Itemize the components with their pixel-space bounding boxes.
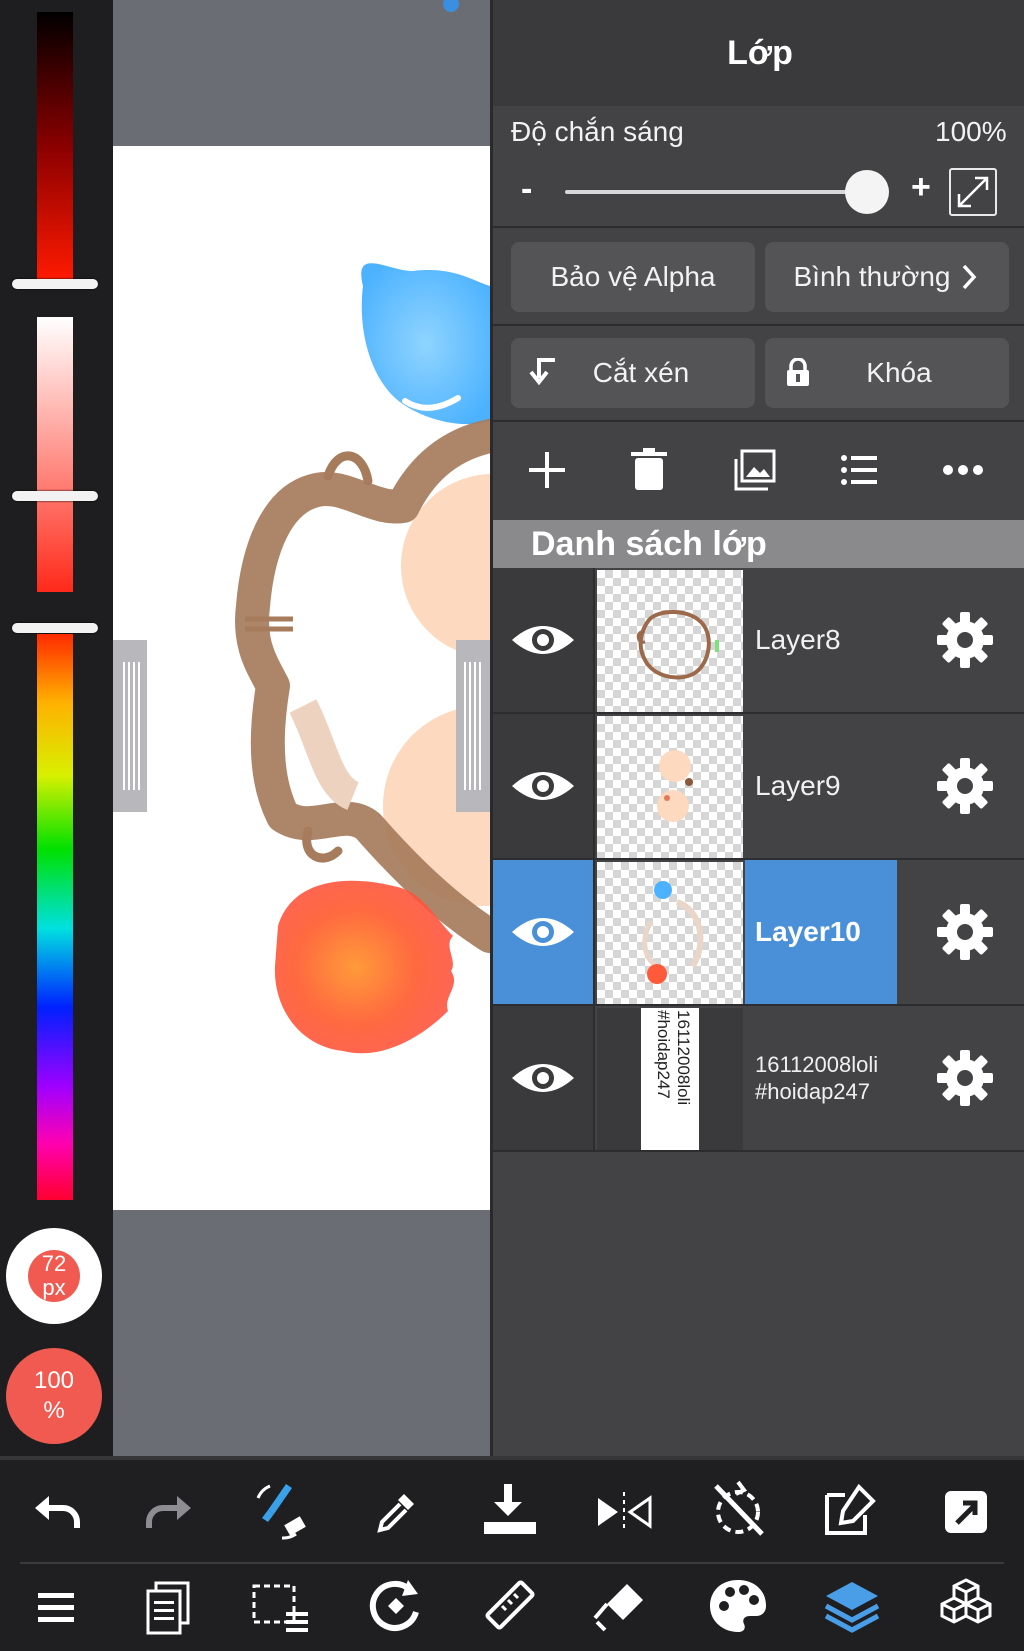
3d-icon[interactable]: [934, 1574, 998, 1638]
transform-icon[interactable]: [364, 1574, 428, 1638]
flip-icon[interactable]: [592, 1480, 656, 1544]
layer-name: Layer10: [755, 916, 861, 947]
layer-row[interactable]: Layer8: [493, 568, 1024, 714]
value-slider-handle[interactable]: [12, 279, 98, 289]
clip-label: Cắt xén: [592, 357, 690, 388]
blend-mode-button[interactable]: Bình thường: [765, 242, 1009, 312]
canvas-background: [113, 1210, 490, 1456]
expand-icon[interactable]: [949, 168, 997, 216]
layer-row[interactable]: 16112008loli #hoidap247 16112008loli #ho…: [493, 1006, 1024, 1152]
layer-name-line1: 16112008loli: [755, 1052, 879, 1077]
thumb-text-line1: 16112008loli: [674, 1010, 693, 1106]
brush-opacity-value: 100: [33, 1367, 75, 1394]
layer-thumbnail: [597, 716, 743, 858]
brush-swap-icon[interactable]: [250, 1478, 314, 1542]
menu-icon[interactable]: [24, 1576, 88, 1640]
artwork: [235, 263, 490, 1054]
add-layer-icon[interactable]: [517, 440, 577, 500]
undo-icon[interactable]: [26, 1480, 90, 1544]
brush-size-value: 72: [41, 1251, 67, 1276]
opacity-minus-button[interactable]: -: [521, 170, 532, 209]
blend-mode-label: Bình thường: [793, 261, 951, 292]
saturation-slider-handle[interactable]: [12, 491, 98, 501]
lock-icon: [787, 358, 809, 386]
brush-size-unit: px: [42, 1275, 66, 1300]
layer-thumbnail: [597, 862, 743, 1004]
ruler-icon[interactable]: [478, 1574, 542, 1638]
layer-image-icon[interactable]: [725, 440, 785, 500]
more-options-icon[interactable]: [933, 440, 993, 500]
color-saturation-slider[interactable]: [37, 317, 73, 592]
layer-name: Layer9: [755, 770, 841, 801]
brush-opacity-button[interactable]: 100 %: [6, 1348, 102, 1444]
lock-label: Khóa: [866, 357, 932, 388]
visibility-eye-icon[interactable]: [493, 860, 595, 1004]
opacity-value: 100%: [935, 116, 1007, 147]
canvas-background: [113, 0, 490, 146]
layer-list-header: Danh sách lớp: [493, 520, 1024, 568]
edit-icon[interactable]: [820, 1478, 884, 1542]
layer-row[interactable]: Layer9: [493, 714, 1024, 860]
alpha-protect-button[interactable]: Bảo vệ Alpha: [511, 242, 755, 312]
alpha-protect-label: Bảo vệ Alpha: [550, 261, 716, 292]
visibility-eye-icon[interactable]: [493, 568, 595, 712]
layer-name: Layer8: [755, 624, 841, 655]
layer-settings-gear-icon[interactable]: [935, 1048, 995, 1108]
brush-opacity-unit: %: [43, 1397, 65, 1424]
eyedropper-icon[interactable]: [364, 1480, 428, 1544]
layers-icon[interactable]: [820, 1574, 884, 1638]
layer-panel: Lớp Độ chắn sáng 100% - + Bảo vệ Alpha B…: [490, 0, 1024, 1456]
clip-button[interactable]: Cắt xén: [511, 338, 755, 408]
lock-button[interactable]: Khóa: [765, 338, 1009, 408]
thumb-text-line2: #hoidap247: [654, 1010, 673, 1099]
canvas-left-handle[interactable]: [113, 640, 147, 812]
palette-icon[interactable]: [706, 1574, 770, 1638]
opacity-slider-track[interactable]: [565, 190, 865, 194]
delete-layer-icon[interactable]: [619, 440, 679, 500]
share-icon[interactable]: [934, 1480, 998, 1544]
opacity-plus-button[interactable]: +: [911, 168, 931, 207]
hue-slider-handle[interactable]: [12, 623, 98, 633]
selection-icon[interactable]: [248, 1576, 312, 1640]
layer-thumbnail: [597, 570, 743, 712]
layer-settings-gear-icon[interactable]: [935, 902, 995, 962]
layer-row-selected[interactable]: Layer10: [493, 860, 1024, 1006]
clip-arrow-icon: [529, 358, 555, 386]
color-value-slider[interactable]: [37, 12, 73, 280]
brush-size-button[interactable]: 72 px: [6, 1228, 102, 1324]
layer-name-line2: #hoidap247: [755, 1079, 871, 1104]
import-icon[interactable]: [478, 1478, 542, 1542]
pages-icon[interactable]: [136, 1576, 200, 1640]
opacity-slider-thumb[interactable]: [845, 170, 889, 214]
canvas-right-handle[interactable]: [456, 640, 490, 812]
chevron-right-icon: [963, 264, 977, 290]
panel-title: Lớp: [493, 0, 1024, 106]
layer-list-icon[interactable]: [829, 440, 889, 500]
color-sidebar: 72 px 100 %: [0, 0, 113, 1456]
layer-thumbnail: 16112008loli #hoidap247: [597, 1008, 743, 1150]
rotate-off-icon[interactable]: [706, 1478, 770, 1542]
canvas-paper[interactable]: [113, 146, 490, 1210]
layer-settings-gear-icon[interactable]: [935, 756, 995, 816]
hue-slider[interactable]: [37, 634, 73, 1200]
opacity-label: Độ chắn sáng: [511, 116, 684, 147]
redo-icon[interactable]: [136, 1480, 200, 1544]
visibility-eye-icon[interactable]: [493, 1006, 595, 1150]
bottom-toolbar: [0, 1456, 1024, 1651]
layer-settings-gear-icon[interactable]: [935, 610, 995, 670]
drawing-canvas[interactable]: [113, 0, 490, 1456]
fill-icon[interactable]: [592, 1574, 656, 1638]
visibility-eye-icon[interactable]: [493, 714, 595, 858]
